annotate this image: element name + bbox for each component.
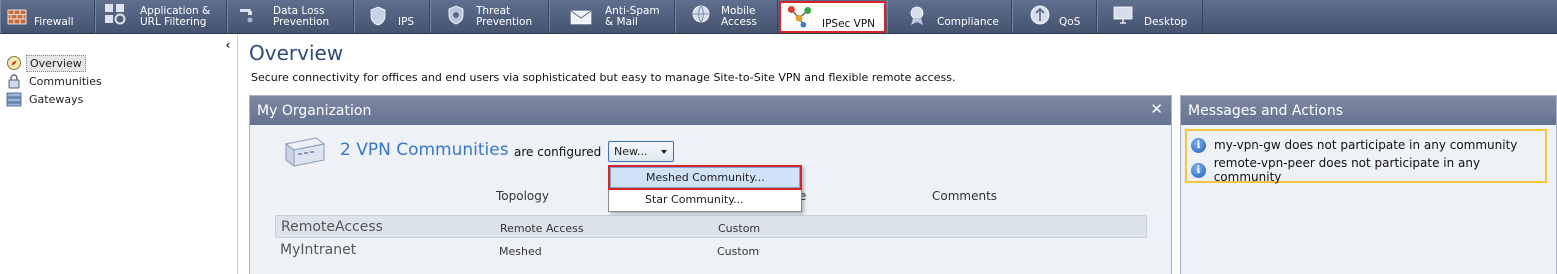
left-navigation: ‹ Overview Communities Gateways	[0, 35, 238, 274]
info-icon: i	[1191, 162, 1206, 178]
panel-title: Messages and Actions	[1188, 102, 1344, 119]
column-header-comments: Comments	[932, 189, 998, 203]
message-item[interactable]: i my-vpn-gw does not participate in any …	[1191, 135, 1517, 155]
tab-ips[interactable]: IPS	[354, 0, 430, 33]
sidebar-item-gateways[interactable]: Gateways	[6, 91, 86, 107]
table-row[interactable]: MyIntranet Meshed Custom	[275, 239, 1147, 262]
tab-label: Desktop	[1144, 16, 1188, 28]
compass-icon	[7, 56, 21, 70]
tab-label: Application & URL Filtering	[140, 5, 211, 28]
message-text: remote-vpn-peer does not participate in …	[1213, 156, 1481, 184]
chevron-down-icon	[661, 150, 667, 154]
messages-actions-panel: Messages and Actions i my-vpn-gw does no…	[1180, 95, 1557, 274]
configured-text: are configured	[514, 145, 602, 159]
sidebar-item-communities[interactable]: Communities	[6, 73, 105, 89]
qos-icon	[1030, 5, 1050, 25]
panel-title: My Organization	[257, 102, 372, 119]
collapse-sidebar-button[interactable]: ‹	[222, 39, 234, 51]
page-description: Secure connectivity for offices and end …	[251, 71, 956, 84]
new-community-menu: Meshed Community... Star Community...	[608, 165, 802, 212]
tab-label: Compliance	[937, 16, 999, 28]
vpn-server-icon	[284, 137, 326, 167]
page-title: Overview	[249, 41, 344, 65]
community-name: MyIntranet	[280, 242, 357, 258]
messages-list: i my-vpn-gw does not participate in any …	[1185, 129, 1547, 184]
tab-label: Anti-Spam & Mail	[605, 5, 660, 28]
column-header-topology: Topology	[496, 189, 549, 203]
tab-anti-spam-mail[interactable]: Anti-Spam & Mail	[549, 0, 675, 33]
desktop-icon	[1113, 6, 1133, 24]
tab-label: QoS	[1059, 16, 1081, 28]
tab-label: Data Loss Prevention	[273, 5, 330, 28]
tab-firewall[interactable]: Firewall	[0, 0, 95, 33]
product-tab-bar: Firewall Application & URL Filtering Dat…	[0, 0, 1557, 34]
tab-desktop[interactable]: Desktop	[1097, 0, 1203, 33]
compliance-icon	[910, 6, 924, 25]
app-filtering-icon	[105, 4, 126, 25]
menu-item-meshed-community[interactable]: Meshed Community...	[608, 165, 802, 190]
message-text: my-vpn-gw does not participate in any co…	[1214, 138, 1518, 152]
mobile-access-icon	[692, 5, 710, 23]
tab-data-loss-prevention[interactable]: Data Loss Prevention	[227, 0, 354, 33]
firewall-icon	[7, 9, 27, 25]
tab-label: Mobile Access	[721, 5, 757, 28]
community-topology: Remote Access	[500, 222, 584, 235]
tab-qos[interactable]: QoS	[1012, 0, 1097, 33]
message-item[interactable]: i remote-vpn-peer does not participate i…	[1191, 156, 1545, 184]
new-button-label: New...	[614, 145, 648, 158]
tab-mobile-access[interactable]: Mobile Access	[675, 0, 778, 33]
data-loss-icon	[240, 9, 253, 23]
sidebar-item-label: Gateways	[29, 92, 84, 106]
new-community-dropdown[interactable]: New...	[608, 141, 674, 162]
tab-label: IPS	[398, 16, 415, 28]
vpn-network-icon	[787, 5, 812, 28]
sidebar-item-label: Communities	[29, 74, 102, 88]
panel-header: Messages and Actions	[1181, 96, 1556, 125]
tab-ipsec-vpn[interactable]: IPSec VPN	[779, 1, 886, 33]
tab-label: IPSec VPN	[822, 18, 876, 30]
lock-icon	[8, 74, 20, 89]
tab-threat-prevention[interactable]: Threat Prevention	[430, 0, 549, 33]
community-topology: Meshed	[499, 245, 542, 258]
sidebar-item-label: Overview	[26, 54, 86, 72]
sidebar-item-overview[interactable]: Overview	[6, 54, 86, 72]
shield-icon	[370, 6, 386, 26]
tab-compliance[interactable]: Compliance	[887, 0, 1012, 33]
vpn-communities-link[interactable]: 2 VPN Communities	[340, 140, 509, 160]
info-icon: i	[1191, 137, 1206, 153]
panel-header: My Organization ✕	[250, 96, 1171, 125]
tab-label: Firewall	[34, 16, 74, 28]
mail-icon	[570, 10, 592, 25]
community-name: RemoteAccess	[281, 219, 383, 235]
gateways-icon	[6, 92, 22, 107]
menu-item-star-community[interactable]: Star Community...	[610, 189, 800, 210]
table-row[interactable]: RemoteAccess Remote Access Custom	[275, 215, 1147, 238]
tab-label: Threat Prevention	[476, 5, 533, 28]
tab-application-url-filtering[interactable]: Application & URL Filtering	[95, 0, 227, 33]
community-type: Custom	[718, 222, 761, 235]
threat-prevention-icon	[448, 5, 464, 25]
close-icon[interactable]: ✕	[1150, 101, 1163, 117]
community-type: Custom	[717, 245, 760, 258]
